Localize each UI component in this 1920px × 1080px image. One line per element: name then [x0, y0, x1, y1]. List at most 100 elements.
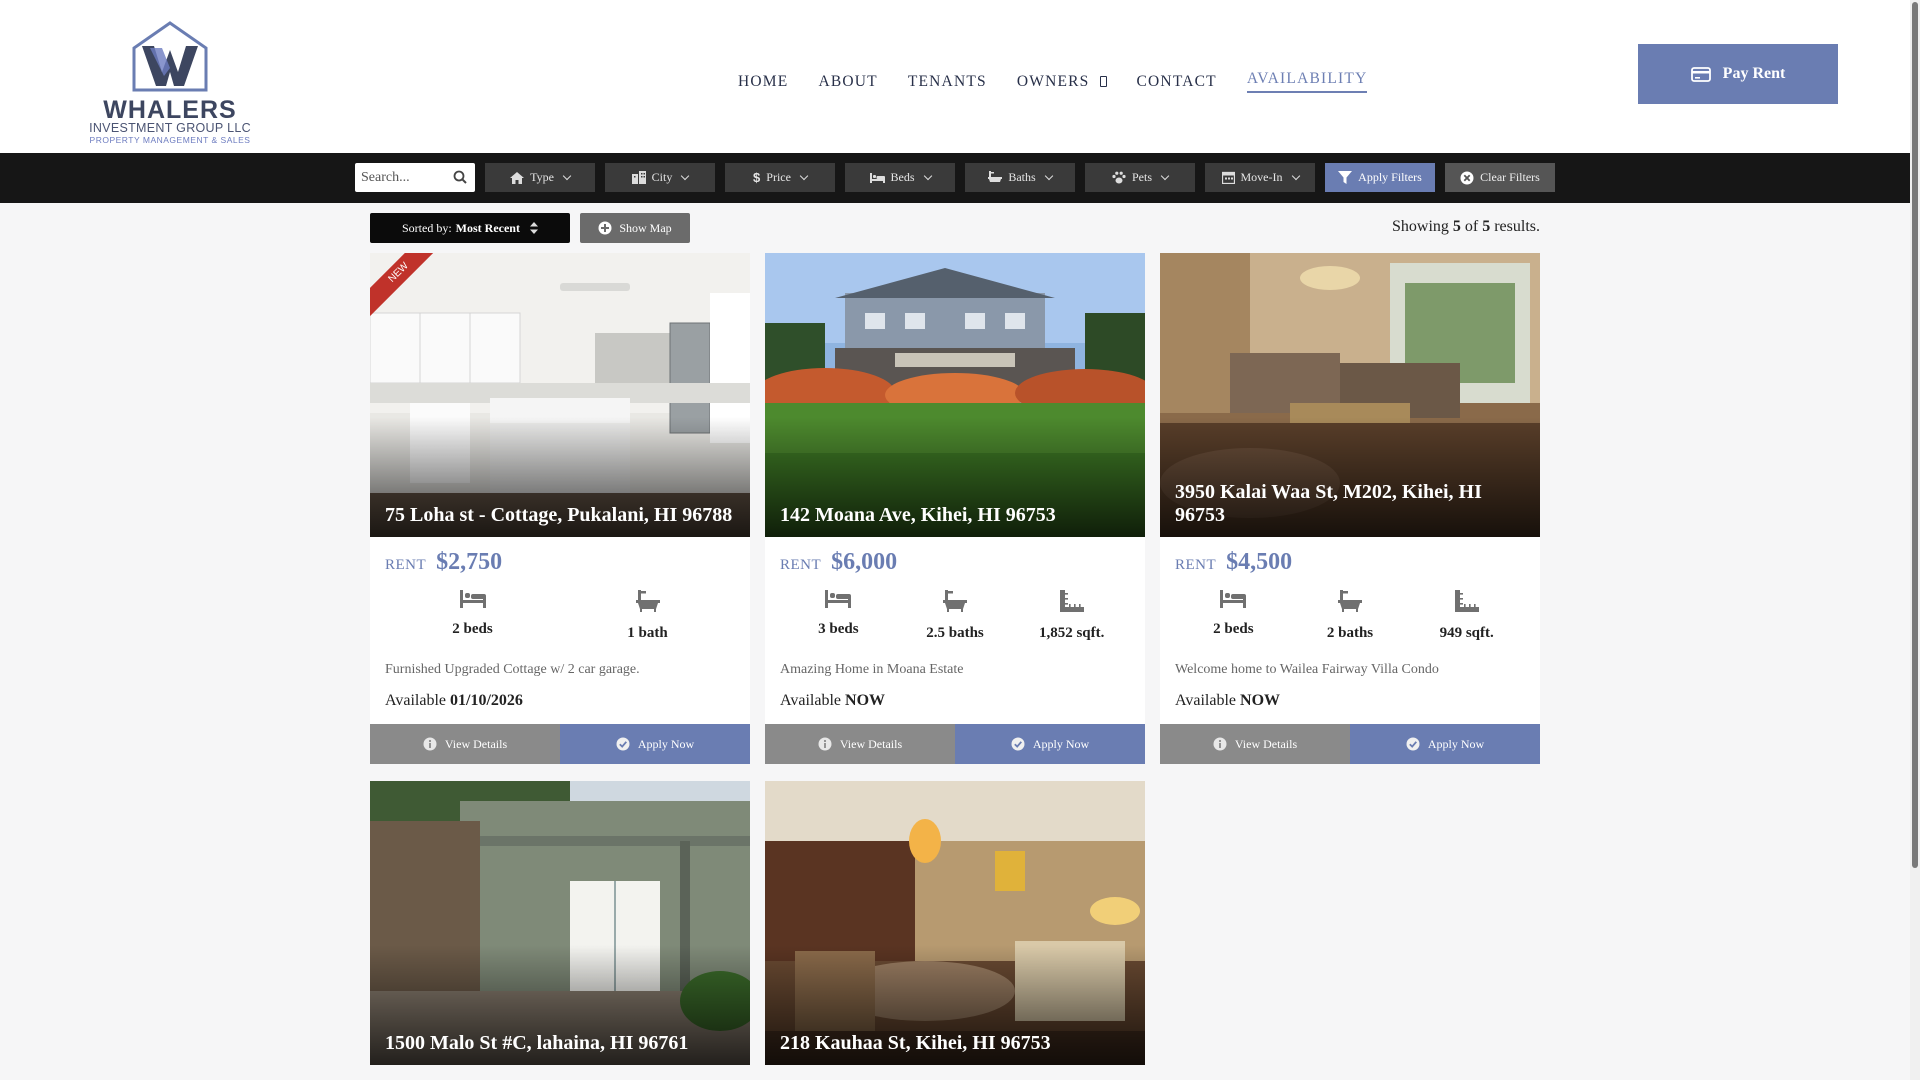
sort-dropdown[interactable]: Sorted by: Most Recent	[370, 213, 570, 243]
listing-card: NEW 75 Loha st - Cottage, Pukalani, HI 9…	[370, 253, 750, 764]
listing-address[interactable]: 3950 Kalai Waa St, M202, Kihei, HI 96753	[1175, 481, 1528, 527]
features-row: 2 beds 1 bath	[385, 590, 735, 642]
baths-filter[interactable]: Baths	[965, 163, 1075, 192]
apply-now-label: Apply Now	[1427, 736, 1485, 751]
apply-filters-button[interactable]: Apply Filters	[1325, 163, 1435, 192]
sqft-feature: 949 sqft.	[1408, 590, 1525, 642]
apply-now-label: Apply Now	[637, 736, 695, 751]
scrollbar[interactable]	[1910, 0, 1920, 1080]
listing-card: 1500 Malo St #C, lahaina, HI 96761	[370, 781, 750, 1065]
bed-icon	[459, 590, 486, 608]
rent-label: RENT	[780, 557, 822, 573]
view-details-button[interactable]: View Details	[765, 724, 955, 764]
logo-subtitle: INVESTMENT GROUP LLC	[89, 121, 251, 135]
listing-card: 3950 Kalai Waa St, M202, Kihei, HI 96753…	[1160, 253, 1540, 764]
sort-icon	[529, 222, 538, 234]
logo[interactable]: WHALERS INVESTMENT GROUP LLC PROPERTY MA…	[88, 20, 252, 145]
listing-photo[interactable]: NEW 75 Loha st - Cottage, Pukalani, HI 9…	[370, 253, 750, 537]
listing-details: RENT $6,000 3 beds 2.5 baths 1,852 sqft.…	[765, 537, 1145, 724]
bed-icon	[825, 590, 852, 608]
apply-now-button[interactable]: Apply Now	[1350, 724, 1540, 764]
logo-mark-icon	[132, 21, 208, 92]
beds-feature: 2 beds	[385, 590, 560, 642]
main-nav: HOME ABOUT TENANTS OWNERS CONTACT AVAILA…	[738, 70, 1397, 93]
beds-feature: 3 beds	[780, 590, 897, 642]
listing-address[interactable]: 218 Kauhaa St, Kihei, HI 96753	[780, 1032, 1133, 1055]
results-prefix: Showing	[1391, 218, 1449, 235]
baths-feature: 2.5 baths	[897, 590, 1014, 642]
show-map-button[interactable]: Show Map	[580, 213, 690, 243]
beds-filter[interactable]: Beds	[845, 163, 955, 192]
price-filter[interactable]: $ Price	[725, 163, 835, 192]
listing-photo[interactable]: 3950 Kalai Waa St, M202, Kihei, HI 96753	[1160, 253, 1540, 537]
rent-row: RENT $4,500	[1175, 549, 1525, 576]
nav-contact[interactable]: CONTACT	[1137, 70, 1217, 93]
nav-home[interactable]: HOME	[738, 70, 788, 93]
apply-now-button[interactable]: Apply Now	[955, 724, 1145, 764]
clear-filters-button[interactable]: Clear Filters	[1445, 163, 1555, 192]
chevron-down-icon	[1044, 171, 1053, 181]
listing-card: 142 Moana Ave, Kihei, HI 96753 RENT $6,0…	[765, 253, 1145, 764]
sqft-value: 1,852 sqft.	[1038, 625, 1105, 641]
beds-feature: 2 beds	[1175, 590, 1292, 642]
info-icon	[818, 737, 832, 751]
results-shown: 5	[1452, 218, 1461, 235]
listing-photo[interactable]: 142 Moana Ave, Kihei, HI 96753	[765, 253, 1145, 537]
card-actions: View Details Apply Now	[1160, 724, 1540, 764]
search-input[interactable]	[361, 169, 451, 186]
plus-circle-icon	[598, 221, 612, 235]
listing-description: Welcome home to Wailea Fairway Villa Con…	[1175, 662, 1439, 677]
clear-filters-label: Clear Filters	[1480, 170, 1540, 184]
beds-count: 3 beds	[818, 621, 859, 637]
card-actions: View Details Apply Now	[765, 724, 1145, 764]
card-actions: View Details Apply Now	[370, 724, 750, 764]
nav-tenants[interactable]: TENANTS	[908, 70, 987, 93]
type-filter[interactable]: Type	[485, 163, 595, 192]
pay-rent-button[interactable]: Pay Rent	[1638, 44, 1838, 104]
sqft-feature: 1,852 sqft.	[1013, 590, 1130, 642]
scrollbar-thumb[interactable]	[1912, 2, 1918, 868]
chevron-down-icon	[681, 171, 690, 181]
apply-now-label: Apply Now	[1032, 736, 1090, 751]
beds-filter-label: Beds	[890, 170, 915, 184]
listing-address[interactable]: 75 Loha st - Cottage, Pukalani, HI 96788	[385, 504, 738, 527]
rent-row: RENT $6,000	[780, 549, 1130, 576]
nav-availability[interactable]: AVAILABILITY	[1246, 70, 1368, 93]
listing-address[interactable]: 142 Moana Ave, Kihei, HI 96753	[780, 504, 1133, 527]
listing-card: 218 Kauhaa St, Kihei, HI 96753	[765, 781, 1145, 1065]
sort-value: Most Recent	[455, 220, 520, 235]
nav-owners[interactable]: OWNERS	[1017, 70, 1107, 93]
chevron-down-icon	[923, 171, 932, 181]
page: WHALERS INVESTMENT GROUP LLC PROPERTY MA…	[0, 0, 1920, 1080]
pets-filter[interactable]: Pets	[1085, 163, 1195, 192]
check-circle-icon	[616, 737, 630, 751]
nav-about[interactable]: ABOUT	[818, 70, 877, 93]
listing-details: RENT $4,500 2 beds 2 baths 949 sqft. Wel…	[1160, 537, 1540, 724]
view-details-button[interactable]: View Details	[370, 724, 560, 764]
listing-description: Amazing Home in Moana Estate	[780, 662, 964, 677]
baths-feature: 2 baths	[1292, 590, 1409, 642]
logo-tagline: PROPERTY MANAGEMENT & SALES	[89, 135, 251, 145]
bath-icon	[988, 171, 1003, 182]
filter-icon	[1338, 171, 1353, 184]
apply-now-button[interactable]: Apply Now	[560, 724, 750, 764]
listing-description: Furnished Upgraded Cottage w/ 2 car gara…	[385, 662, 640, 677]
credit-card-icon	[1690, 66, 1711, 82]
baths-feature: 1 bath	[560, 590, 735, 642]
view-details-label: View Details	[1234, 736, 1298, 751]
view-details-button[interactable]: View Details	[1160, 724, 1350, 764]
listing-address[interactable]: 1500 Malo St #C, lahaina, HI 96761	[385, 1032, 738, 1055]
listing-photo[interactable]: 1500 Malo St #C, lahaina, HI 96761	[370, 781, 750, 1065]
rent-price: $6,000	[831, 549, 898, 575]
available-date: NOW	[845, 692, 886, 709]
availability: Available NOW	[780, 692, 1130, 710]
move-in-filter[interactable]: Move-In	[1205, 163, 1315, 192]
features-row: 3 beds 2.5 baths 1,852 sqft.	[780, 590, 1130, 642]
listing-photo[interactable]: 218 Kauhaa St, Kihei, HI 96753	[765, 781, 1145, 1065]
available-label: Available	[385, 692, 447, 709]
city-filter[interactable]: City	[605, 163, 715, 192]
results-count: Showing 5 of 5 results.	[1392, 218, 1540, 236]
check-circle-icon	[1406, 737, 1420, 751]
check-circle-icon	[1011, 737, 1025, 751]
search-icon[interactable]	[453, 170, 467, 184]
